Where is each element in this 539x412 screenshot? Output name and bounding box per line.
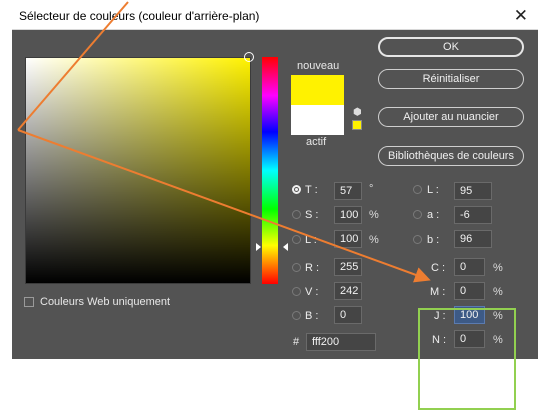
current-color-swatch[interactable] bbox=[291, 105, 344, 135]
lab-l-input[interactable]: 95 bbox=[454, 182, 492, 200]
magenta-label: M : bbox=[430, 286, 446, 298]
radio-lab-b[interactable] bbox=[413, 235, 422, 244]
web-colors-only-checkbox[interactable] bbox=[24, 297, 34, 307]
yellow-label: J : bbox=[434, 310, 446, 322]
radio-green[interactable] bbox=[292, 287, 301, 296]
lab-a-label: a : bbox=[427, 209, 440, 221]
hex-input[interactable]: fff200 bbox=[306, 333, 376, 351]
radio-hue[interactable] bbox=[292, 185, 301, 194]
red-input[interactable]: 255 bbox=[334, 258, 362, 276]
color-field[interactable] bbox=[25, 57, 251, 284]
hue-slider[interactable] bbox=[262, 57, 278, 284]
brightness-unit: % bbox=[369, 234, 379, 246]
cyan-unit: % bbox=[493, 262, 503, 274]
add-to-swatches-button[interactable]: Ajouter au nuancier bbox=[378, 107, 524, 127]
blue-input[interactable]: 0 bbox=[334, 306, 362, 324]
cyan-label: C : bbox=[431, 262, 446, 274]
radio-lab-a[interactable] bbox=[413, 210, 422, 219]
yellow-input[interactable]: 100 bbox=[454, 306, 485, 324]
new-color-swatch bbox=[291, 75, 344, 105]
magenta-input[interactable]: 0 bbox=[454, 282, 485, 300]
dialog-title: Sélecteur de couleurs (couleur d'arrière… bbox=[19, 9, 260, 23]
lab-b-label: b : bbox=[427, 234, 440, 246]
hue-slider-right-arrow-icon[interactable] bbox=[283, 243, 288, 251]
magenta-unit: % bbox=[493, 286, 503, 298]
green-input[interactable]: 242 bbox=[334, 282, 362, 300]
color-libraries-button[interactable]: Bibliothèques de couleurs bbox=[378, 146, 524, 166]
web-safe-cube-icon[interactable]: ⬢ bbox=[353, 108, 362, 118]
radio-brightness[interactable] bbox=[292, 235, 301, 244]
lab-b-input[interactable]: 96 bbox=[454, 230, 492, 248]
hue-label: T : bbox=[305, 184, 318, 196]
red-label: R : bbox=[305, 262, 320, 274]
yellow-unit: % bbox=[493, 310, 503, 322]
close-icon[interactable]: ✕ bbox=[514, 6, 528, 26]
cyan-input[interactable]: 0 bbox=[454, 258, 485, 276]
brightness-label: L : bbox=[305, 234, 317, 246]
color-field-handle[interactable] bbox=[244, 52, 254, 62]
lab-l-label: L : bbox=[427, 184, 439, 196]
saturation-label: S : bbox=[305, 209, 319, 221]
black-unit: % bbox=[493, 334, 503, 346]
web-safe-color-swatch[interactable] bbox=[352, 120, 362, 130]
radio-red[interactable] bbox=[292, 263, 301, 272]
saturation-input[interactable]: 100 bbox=[334, 206, 362, 224]
radio-saturation[interactable] bbox=[292, 210, 301, 219]
radio-lab-l[interactable] bbox=[413, 185, 422, 194]
ok-button[interactable]: OK bbox=[378, 37, 524, 57]
blue-label: B : bbox=[305, 310, 319, 322]
black-label: N : bbox=[432, 334, 447, 346]
brightness-input[interactable]: 100 bbox=[334, 230, 362, 248]
lab-a-input[interactable]: -6 bbox=[454, 206, 492, 224]
reset-button[interactable]: Réinitialiser bbox=[378, 69, 524, 89]
radio-blue[interactable] bbox=[292, 311, 301, 320]
hue-slider-left-arrow-icon[interactable] bbox=[256, 243, 261, 251]
web-colors-only-label: Couleurs Web uniquement bbox=[40, 296, 171, 308]
hue-input[interactable]: 57 bbox=[334, 182, 362, 200]
current-color-label: actif bbox=[306, 136, 327, 148]
hex-label: # bbox=[293, 336, 300, 348]
new-color-label: nouveau bbox=[297, 60, 340, 72]
green-label: V : bbox=[305, 286, 319, 298]
hue-unit: ° bbox=[369, 183, 374, 195]
black-input[interactable]: 0 bbox=[454, 330, 485, 348]
title-bar: Sélecteur de couleurs (couleur d'arrière… bbox=[12, 2, 538, 30]
saturation-unit: % bbox=[369, 209, 379, 221]
